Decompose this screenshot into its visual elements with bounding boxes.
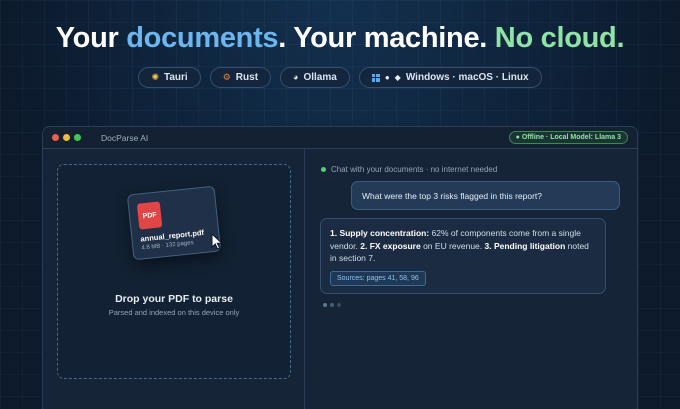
cursor-icon [211, 233, 223, 250]
app-window: DocParse AI ● Offline · Local Model: Lla… [42, 126, 638, 409]
risk-1-title: 1. Supply concentration: [330, 228, 430, 238]
ai-message-text: 1. Supply concentration: 62% of componen… [330, 227, 597, 265]
risk-3-title: 3. Pending litigation [484, 240, 566, 251]
minimize-window-button[interactable] [63, 134, 70, 141]
pill-label: Tauri [164, 72, 188, 83]
ai-message: 1. Supply concentration: 62% of componen… [320, 218, 606, 294]
dropzone-subtitle: Parsed and indexed on this device only [108, 308, 240, 317]
pdf-file-icon: PDF [136, 201, 163, 230]
ollama-icon: ◕ [293, 72, 299, 82]
maximize-window-button[interactable] [74, 134, 81, 141]
sources-chip[interactable]: Sources: pages 41, 58, 96 [330, 270, 426, 286]
risk-2-title: 2. FX exposure [360, 240, 421, 251]
app-title: DocParse AI [101, 132, 149, 143]
typing-dot [330, 303, 334, 307]
online-indicator-icon [321, 167, 326, 172]
hero-text-2: . Your machine. [278, 22, 495, 54]
chat-header-text: Chat with your documents · no internet n… [331, 165, 498, 174]
pill-ollama: ◕ Ollama [280, 67, 350, 88]
pill-label: Rust [235, 72, 259, 83]
chat-pane: Chat with your documents · no internet n… [305, 149, 637, 409]
pill-rust: ⚙ Rust [209, 67, 272, 88]
hero-text-no-cloud: No cloud. [494, 22, 625, 54]
pill-tauri: ✺ Tauri [138, 67, 201, 88]
windows-icon [371, 73, 380, 82]
close-window-button[interactable] [52, 134, 59, 141]
pdf-dropzone[interactable]: PDF annual_report.pdf 4.8 MB · 132 pages… [57, 164, 291, 379]
typing-dot [323, 303, 327, 307]
window-titlebar: DocParse AI ● Offline · Local Model: Lla… [43, 127, 637, 149]
risk-2-text: on EU revenue. [420, 240, 485, 251]
hero-text-documents: documents [126, 22, 279, 54]
linux-icon: ◆ [394, 72, 401, 82]
window-body: PDF annual_report.pdf 4.8 MB · 132 pages… [43, 149, 637, 409]
upload-pane: PDF annual_report.pdf 4.8 MB · 132 pages… [43, 149, 305, 409]
dropzone-title: Drop your PDF to parse [115, 293, 233, 305]
pill-platforms: ● ◆ Windows · macOS · Linux [358, 67, 542, 88]
hero-headline: Your documents. Your machine. No cloud. [0, 22, 680, 55]
pill-label: Windows · macOS · Linux [405, 72, 529, 83]
rust-icon: ⚙ [222, 72, 231, 82]
apple-icon: ● [384, 72, 390, 82]
typing-dot [337, 303, 341, 307]
typing-indicator [323, 303, 341, 307]
tech-pills: ✺ Tauri ⚙ Rust ◕ Ollama ● ◆ Windows · ma… [0, 67, 680, 88]
user-message: What were the top 3 risks flagged in thi… [351, 181, 620, 210]
hero-text-1: Your [55, 22, 127, 54]
status-badge: ● Offline · Local Model: Llama 3 [508, 131, 628, 144]
pill-label: Ollama [303, 72, 337, 83]
tauri-icon: ✺ [151, 72, 159, 82]
pdf-file-card[interactable]: PDF annual_report.pdf 4.8 MB · 132 pages [126, 185, 222, 261]
chat-header: Chat with your documents · no internet n… [321, 165, 497, 174]
